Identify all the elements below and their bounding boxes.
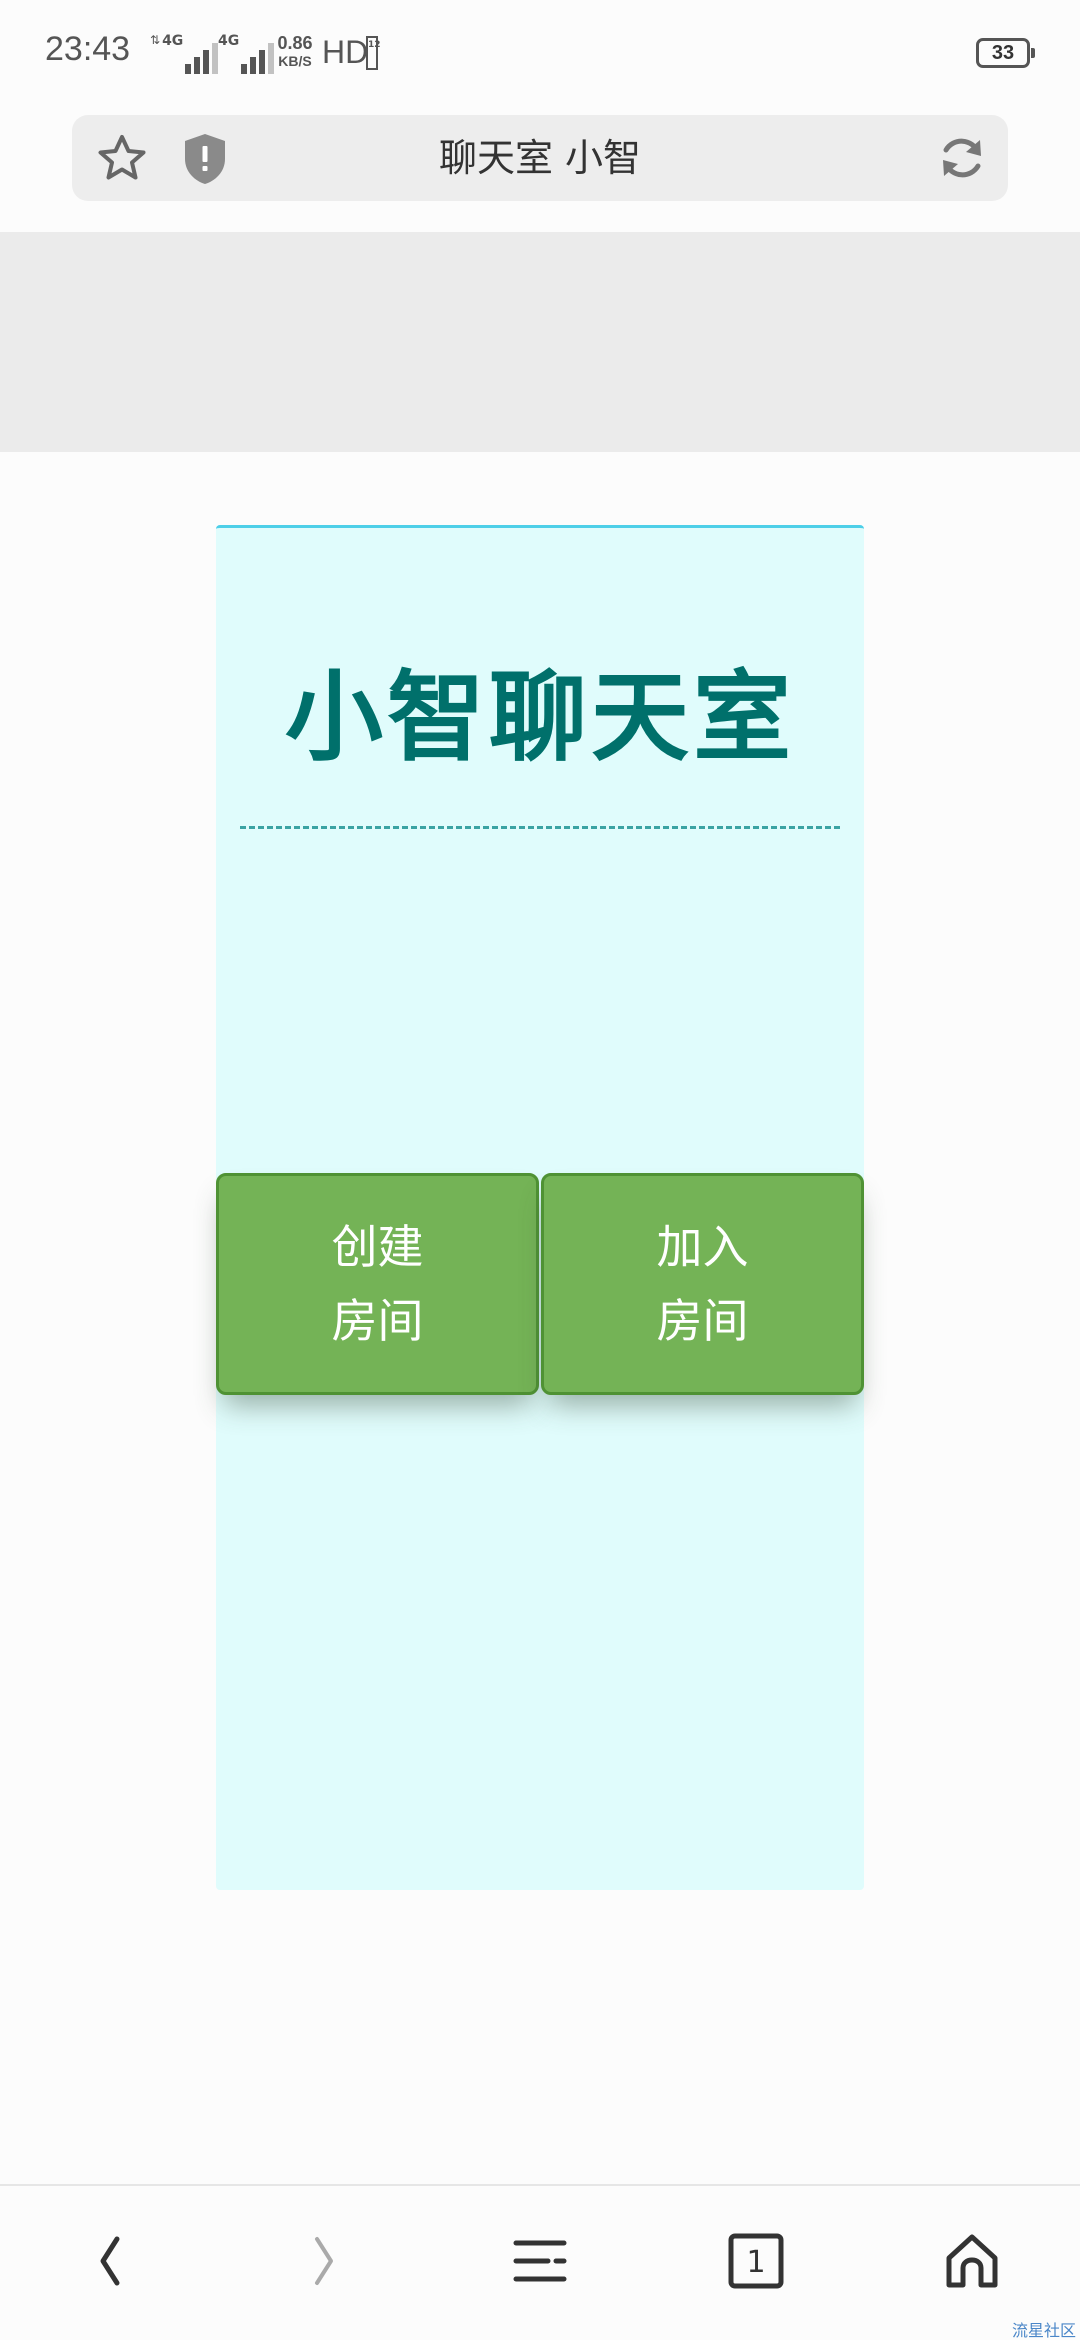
network-speed: 0.86 KB/S <box>274 34 316 70</box>
status-time: 23:43 <box>45 30 131 68</box>
chatroom-card: 小智聊天室 创建房间 加入房间 <box>216 525 864 1890</box>
hd-indicator: HD <box>322 34 369 70</box>
battery-icon: 33 <box>976 38 1035 68</box>
address-bar[interactable]: 聊天室 小智 <box>72 115 1008 201</box>
speed-value: 0.86 <box>277 33 313 53</box>
data-arrows-icon: ⇅ <box>150 33 161 47</box>
tabs-button[interactable]: 1 <box>721 2226 791 2296</box>
join-room-button[interactable]: 加入房间 <box>541 1173 864 1395</box>
tabs-icon: 1 <box>728 2233 784 2289</box>
back-button[interactable] <box>74 2226 144 2296</box>
tabs-count: 1 <box>746 2245 765 2280</box>
shield-warning-icon[interactable] <box>182 132 228 186</box>
hd-sim-indicator: 12 <box>366 36 381 70</box>
signal-bars-icon-2 <box>241 40 275 74</box>
signal-group-1: ⇅ 4G <box>150 33 219 74</box>
page-title[interactable]: 聊天室 小智 <box>272 115 808 201</box>
watermark: 流星社区 <box>1011 2321 1076 2340</box>
network-type-1: 4G <box>162 33 184 49</box>
forward-icon <box>315 2237 333 2285</box>
star-icon[interactable] <box>96 132 148 184</box>
home-icon <box>946 2234 998 2288</box>
battery-level: 33 <box>991 42 1015 64</box>
signal-group-2: 4G <box>218 33 275 74</box>
create-room-button[interactable]: 创建房间 <box>216 1173 539 1395</box>
dashed-divider <box>240 826 840 829</box>
chatroom-title: 小智聊天室 <box>284 661 795 775</box>
bottom-nav: 1 流星社区 <box>0 2184 1080 2340</box>
home-button[interactable] <box>937 2226 1007 2296</box>
reload-icon[interactable] <box>936 132 988 184</box>
create-room-label: 创建房间 <box>331 1220 424 1348</box>
forward-button[interactable] <box>290 2226 360 2296</box>
speed-unit: KB/S <box>278 53 312 69</box>
status-bar: 23:43 ⇅ 4G 4G 0.86 KB/S HD 12 33 <box>0 0 1080 110</box>
signal-bars-icon-1 <box>185 40 219 74</box>
back-icon <box>100 2236 120 2286</box>
menu-icon <box>513 2240 567 2282</box>
join-room-label: 加入房间 <box>656 1220 749 1348</box>
network-type-2: 4G <box>218 33 240 49</box>
banner-placeholder <box>0 232 1080 452</box>
menu-button[interactable] <box>505 2226 575 2296</box>
